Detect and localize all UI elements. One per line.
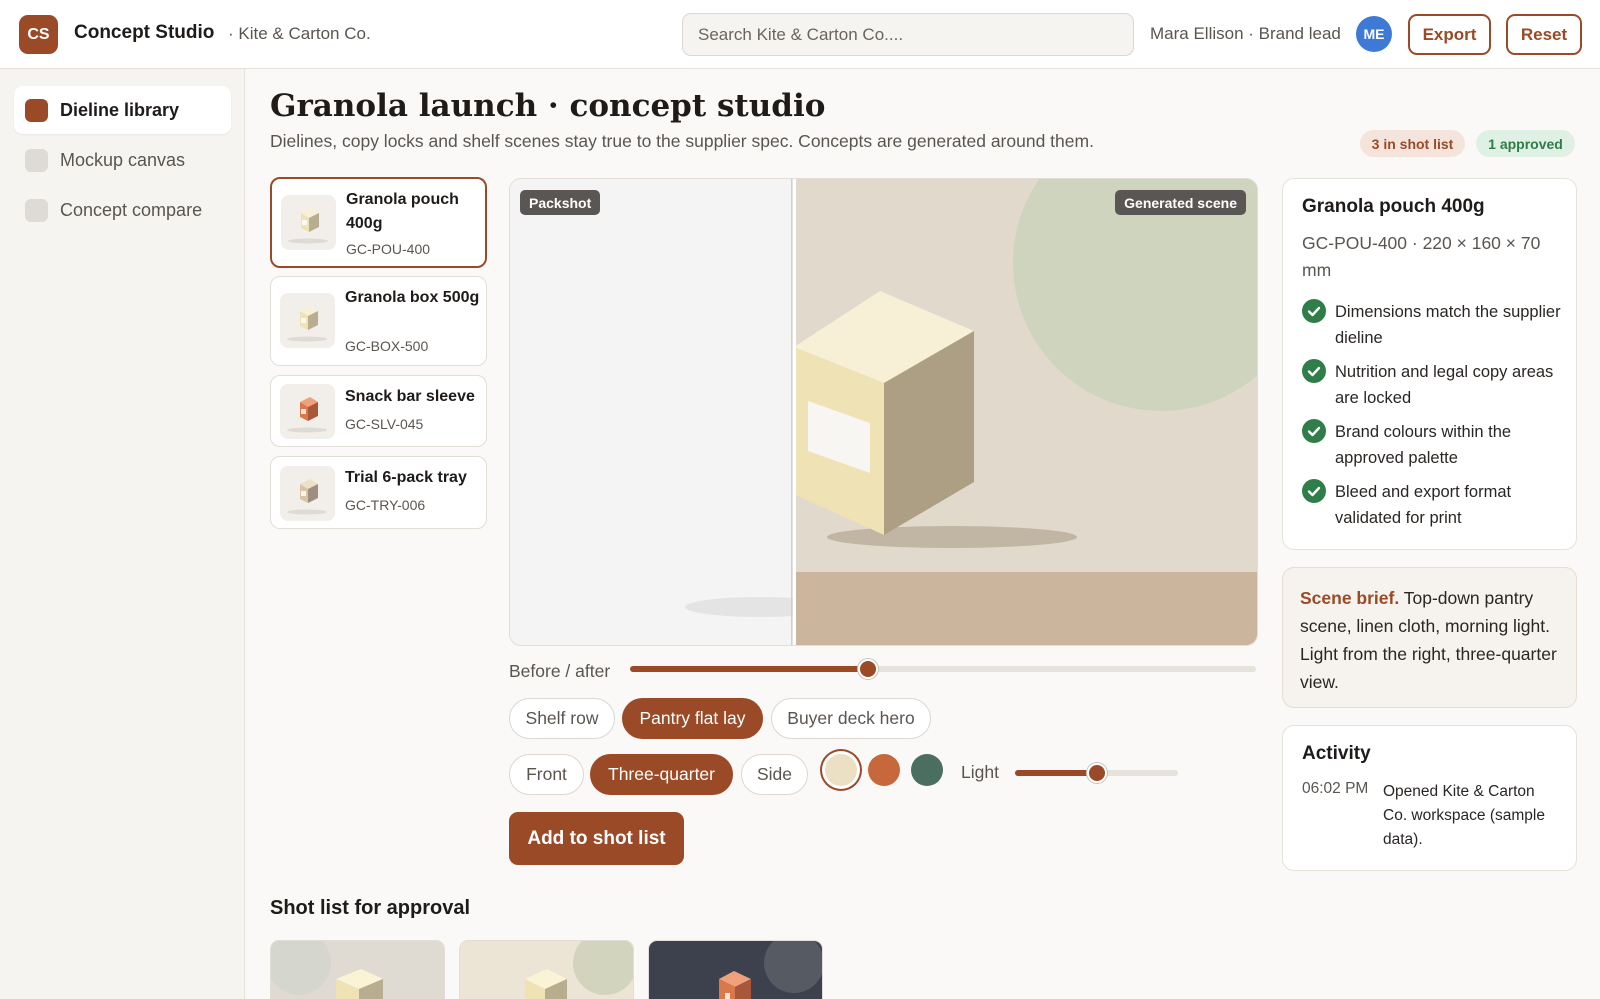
app-logo: CS <box>19 15 58 54</box>
add-to-shot-list-button[interactable]: Add to shot list <box>509 812 684 865</box>
sidebar-item-dieline-library[interactable]: Dieline library <box>14 86 231 134</box>
dieline-library-icon <box>25 98 48 122</box>
before-after-label: Before / after <box>509 661 611 681</box>
product-name: Trial 6-pack tray <box>345 469 467 486</box>
check-icon <box>1302 479 1326 503</box>
shot-preview <box>460 941 633 999</box>
spec-check-label: Brand colours within the approved palett… <box>1335 423 1512 467</box>
packshot-tag: Packshot <box>520 190 601 215</box>
shot-preview <box>271 941 444 999</box>
product-sku: GC-POU-400 <box>346 241 431 257</box>
before-after-slider[interactable] <box>630 659 1256 679</box>
product-name: Granola pouch 400g <box>346 191 459 232</box>
scene-pantry-flat-lay[interactable]: Pantry flat lay <box>622 698 763 739</box>
colour-swatch-cream[interactable] <box>825 754 857 786</box>
activity-message: Opened Kite & Carton Co. workspace (samp… <box>1383 783 1545 848</box>
spec-check-label: Bleed and export format validated for pr… <box>1335 483 1512 527</box>
sidebar-item-label: Dieline library <box>60 99 180 120</box>
light-label: Light <box>961 762 999 782</box>
mockup-canvas-icon <box>25 148 48 172</box>
product-name: Granola box 500g <box>345 289 480 306</box>
check-icon <box>1302 359 1326 383</box>
scene-buyer-deck-hero[interactable]: Buyer deck hero <box>771 698 931 739</box>
before-after-canvas[interactable]: Packshot Generated scene <box>509 178 1258 646</box>
export-button[interactable]: Export <box>1408 14 1491 55</box>
product-sku: GC-SLV-045 <box>345 416 424 432</box>
check-icon <box>1302 419 1326 443</box>
angle-side[interactable]: Side <box>741 754 808 795</box>
box-icon <box>280 293 335 348</box>
activity-panel: Activity 06:02 PM Opened Kite & Carton C… <box>1282 725 1577 871</box>
product-card-trial-tray[interactable]: Trial 6-pack tray GC-TRY-006 <box>270 456 487 529</box>
box-icon <box>280 384 335 439</box>
shot-thumbnail[interactable] <box>459 940 634 999</box>
product-name: Snack bar sleeve <box>345 388 475 405</box>
shot-thumbnail[interactable] <box>648 940 823 999</box>
page-subtitle: Dielines, copy locks and shelf scenes st… <box>270 131 1094 151</box>
check-icon <box>1302 299 1326 323</box>
scene-brief: Scene brief. Top-down pantry scene, line… <box>1282 567 1577 708</box>
spec-title: Granola pouch 400g <box>1302 196 1485 217</box>
product-sku: GC-BOX-500 <box>345 338 429 354</box>
scene-shelf-row[interactable]: Shelf row <box>509 698 615 739</box>
angle-front[interactable]: Front <box>509 754 584 795</box>
sidebar-item-label: Mockup canvas <box>60 149 186 170</box>
shot-list-count-badge: 3 in shot list <box>1360 130 1465 157</box>
workspace-name: · Kite & Carton Co. <box>228 24 371 43</box>
concept-compare-icon <box>25 198 48 222</box>
product-card-snack-bar-sleeve[interactable]: Snack bar sleeve GC-SLV-045 <box>270 375 487 447</box>
spec-subtitle: GC-POU-400 · 220 × 160 × 70 mm <box>1302 233 1541 280</box>
shot-thumbnail[interactable] <box>270 940 445 999</box>
spec-check-label: Nutrition and legal copy areas are locke… <box>1335 363 1554 407</box>
light-slider[interactable] <box>1015 763 1178 783</box>
spec-panel: Granola pouch 400g GC-POU-400 · 220 × 16… <box>1282 178 1577 550</box>
activity-time: 06:02 PM <box>1302 780 1369 797</box>
search-input[interactable] <box>682 13 1134 56</box>
spec-check-label: Dimensions match the supplier dieline <box>1335 303 1561 347</box>
sidebar-item-mockup-canvas[interactable]: Mockup canvas <box>14 136 231 184</box>
product-card-granola-box[interactable]: Granola box 500g GC-BOX-500 <box>270 276 487 366</box>
product-card-granola-pouch[interactable]: Granola pouch 400g GC-POU-400 <box>270 177 487 268</box>
sidebar-item-concept-compare[interactable]: Concept compare <box>14 186 231 234</box>
page-title: Granola launch · concept studio <box>270 88 826 124</box>
box-icon <box>280 466 335 521</box>
sidebar: Dieline library Mockup canvas Concept co… <box>0 69 245 999</box>
slider-handle[interactable] <box>1087 763 1107 783</box>
product-sku: GC-TRY-006 <box>345 497 426 513</box>
shot-preview <box>649 941 822 999</box>
angle-three-quarter[interactable]: Three-quarter <box>590 754 733 795</box>
activity-title: Activity <box>1302 743 1371 764</box>
slider-fill <box>1015 770 1097 776</box>
sidebar-item-label: Concept compare <box>60 199 203 220</box>
canvas-scene <box>510 179 1257 645</box>
scene-brief-lead: Scene brief. <box>1300 588 1400 608</box>
slider-fill <box>630 666 868 672</box>
reset-button[interactable]: Reset <box>1506 14 1582 55</box>
box-icon <box>281 195 336 250</box>
top-bar: CS Concept Studio · Kite & Carton Co. Ma… <box>0 0 1600 69</box>
user-name: Mara Ellison · Brand lead <box>1150 24 1341 43</box>
app-title: Concept Studio <box>74 22 215 43</box>
shot-list-title: Shot list for approval <box>270 897 471 919</box>
colour-swatch-terracotta[interactable] <box>868 754 900 786</box>
avatar[interactable]: ME <box>1356 16 1392 52</box>
approved-count-badge: 1 approved <box>1476 130 1575 157</box>
generated-scene-tag: Generated scene <box>1115 190 1246 215</box>
colour-swatch-green[interactable] <box>911 754 943 786</box>
slider-handle[interactable] <box>858 659 878 679</box>
